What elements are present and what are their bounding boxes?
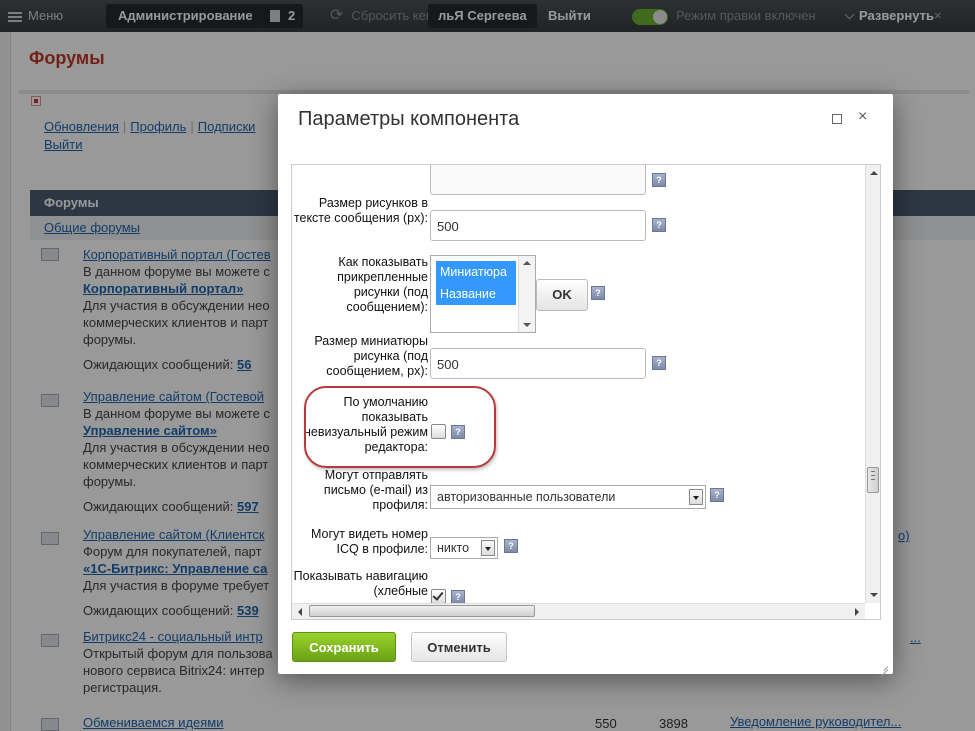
attached-images-listbox[interactable]: Миниатюра Название (430, 255, 536, 333)
help-icon[interactable]: ? (652, 173, 666, 187)
prev-field-input[interactable] (430, 165, 646, 195)
resize-grip-icon[interactable] (878, 660, 889, 677)
scroll-up-icon (870, 171, 878, 175)
ok-button[interactable]: OK (536, 279, 588, 311)
scroll-down-icon (870, 593, 878, 597)
help-icon[interactable]: ? (652, 218, 666, 232)
cancel-button[interactable]: Отменить (411, 632, 507, 662)
thumb-size-label: Размер миниатюры рисунка (под сообщением… (314, 334, 428, 378)
chevron-down-icon (689, 489, 703, 505)
dialog-title: Параметры компонента (298, 108, 520, 130)
horizontal-scrollbar[interactable] (292, 603, 865, 619)
help-icon[interactable]: ? (451, 590, 465, 604)
chevron-down-icon (481, 540, 495, 556)
listbox-option[interactable]: Миниатюра (436, 261, 516, 283)
email-select[interactable]: авторизованные пользователи (430, 485, 706, 509)
scroll-right-icon (855, 608, 859, 616)
nav-label: Показывать навигацию (хлебные (293, 569, 428, 598)
scroll-thumb[interactable] (867, 467, 879, 493)
help-icon[interactable]: ? (710, 488, 724, 502)
icq-select[interactable]: никто (430, 537, 498, 559)
help-icon[interactable]: ? (591, 286, 605, 300)
save-button[interactable]: Сохранить (292, 632, 396, 662)
scroll-left-icon (298, 608, 302, 616)
maximize-icon[interactable] (832, 114, 842, 124)
img-size-label: Размер рисунков в тексте сообщения (px): (293, 196, 428, 225)
scroll-thumb[interactable] (309, 605, 535, 617)
close-icon[interactable]: × (858, 108, 867, 126)
highlight-ellipse (304, 386, 496, 468)
params-scroll-frame: ? Размер рисунков в тексте сообщения (px… (291, 164, 881, 620)
email-label: Могут отправлять письмо (e-mail) из проф… (323, 468, 428, 512)
help-icon[interactable]: ? (652, 356, 666, 370)
thumb-size-input[interactable]: 500 (430, 348, 646, 379)
vertical-scrollbar[interactable] (865, 165, 880, 603)
component-params-dialog: Параметры компонента × ? Размер рисунков… (278, 94, 893, 677)
nav-checkbox[interactable] (431, 589, 446, 604)
listbox-option[interactable]: Название (436, 283, 516, 305)
listbox-scrollbar[interactable] (518, 256, 535, 332)
icq-label: Могут видеть номер ICQ в профиле: (310, 527, 428, 556)
attached-images-label: Как показывать прикрепленные рисунки (по… (337, 255, 428, 314)
help-icon[interactable]: ? (504, 539, 518, 553)
img-size-input[interactable]: 500 (430, 210, 646, 241)
